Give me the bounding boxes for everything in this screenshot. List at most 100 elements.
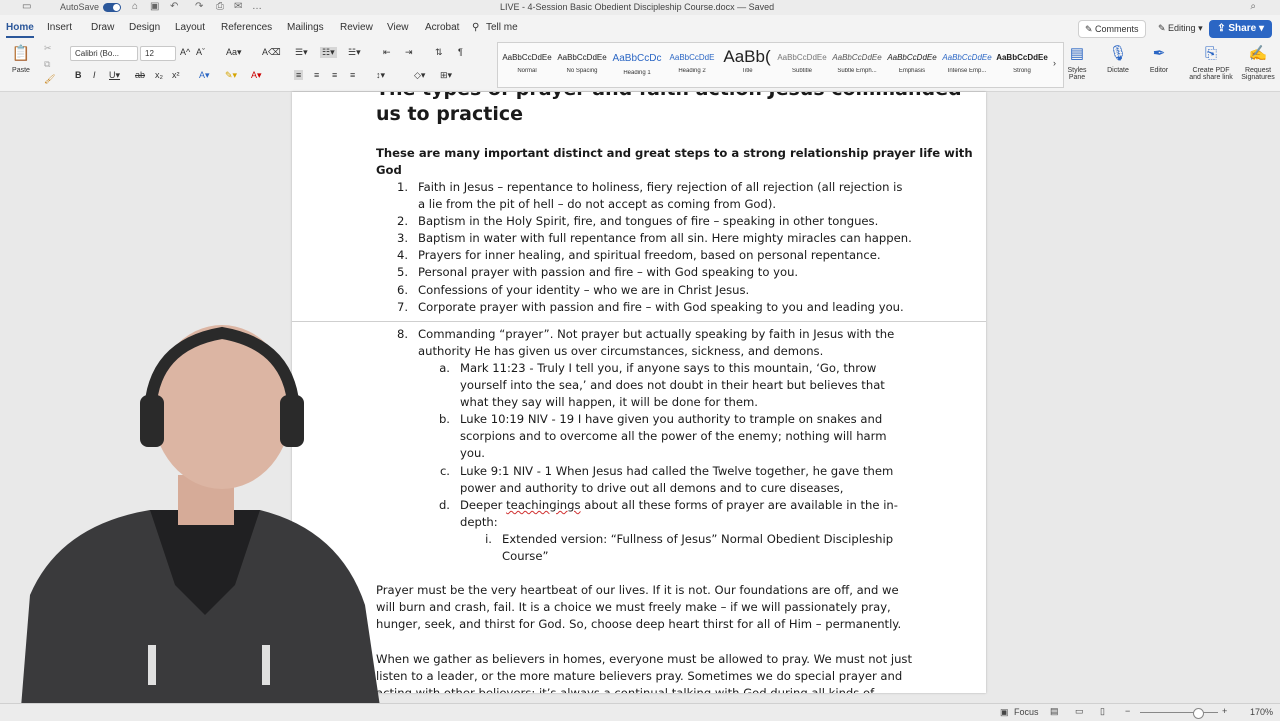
style-intense-emphasis[interactable]: AaBbCcDdEe Intense Emp... — [941, 45, 993, 83]
dictate-button[interactable]: 🎙 Dictate — [1096, 43, 1140, 74]
request-signatures-button[interactable]: ✍ Request Signatures — [1238, 43, 1278, 81]
sublist-item-cont: power and authority to drive out all dem… — [460, 481, 844, 495]
body-paragraph-cont: hunger, seek, and thirst for God. So, ch… — [376, 617, 902, 631]
sublist-letter: d. — [438, 498, 450, 512]
zoom-in-icon[interactable]: + — [1222, 706, 1227, 716]
underline-icon[interactable]: U▾ — [109, 70, 120, 81]
shading-icon[interactable]: ◇▾ — [414, 70, 425, 81]
font-size-select[interactable]: 12 — [140, 46, 176, 61]
style-sample: AaBbCcDdEe — [942, 53, 992, 62]
tab-insert[interactable]: Insert — [47, 22, 72, 33]
comments-button[interactable]: ✎ Comments — [1078, 20, 1146, 38]
multilevel-list-icon[interactable]: ☱▾ — [348, 47, 361, 58]
print-icon[interactable]: ⎙ — [216, 1, 224, 12]
tab-layout[interactable]: Layout — [175, 22, 205, 33]
list-number: 6. — [396, 283, 408, 297]
tab-draw[interactable]: Draw — [91, 22, 114, 33]
bold-icon[interactable]: B — [75, 70, 82, 80]
zoom-slider-thumb[interactable] — [1193, 708, 1204, 719]
style-subtitle[interactable]: AaBbCcDdEe Subtitle — [776, 45, 828, 83]
strikethrough-icon[interactable]: ab — [135, 70, 145, 80]
styles-pane-button[interactable]: ▤ Styles Pane — [1064, 43, 1090, 81]
increase-indent-icon[interactable]: ⇥ — [405, 47, 413, 58]
sublist-item-cont: yourself into the sea,’ and does not dou… — [460, 378, 885, 392]
list-number: 4. — [396, 248, 408, 262]
list-item: Prayers for inner healing, and spiritual… — [418, 248, 881, 262]
create-pdf-label: Create PDF and share link — [1189, 67, 1233, 81]
style-strong[interactable]: AaBbCcDdEe Strong — [996, 45, 1048, 83]
change-case-icon[interactable]: Aa▾ — [226, 47, 242, 58]
style-no-spacing[interactable]: AaBbCcDdEe No Spacing — [556, 45, 608, 83]
tab-review[interactable]: Review — [340, 22, 373, 33]
style-subtle-emphasis[interactable]: AaBbCcDdEe Subtle Emph... — [831, 45, 883, 83]
tab-acrobat[interactable]: Acrobat — [425, 22, 459, 33]
line-spacing-icon[interactable]: ↕▾ — [376, 70, 385, 81]
redo-icon[interactable]: ↷ — [195, 1, 203, 12]
pdf-icon: ⎘ — [1204, 45, 1217, 62]
share-button[interactable]: ⇪ Share ▾ — [1209, 20, 1272, 38]
home-icon[interactable]: ⌂ — [132, 1, 138, 12]
align-right-icon[interactable]: ≡ — [332, 70, 337, 80]
text-effects-icon[interactable]: A▾ — [199, 70, 210, 81]
editor-button[interactable]: ✒ Editor — [1137, 43, 1181, 74]
autosave-toggle[interactable] — [103, 3, 121, 12]
undo-icon[interactable]: ↶ — [170, 1, 178, 12]
borders-icon[interactable]: ⊞▾ — [440, 70, 452, 81]
search-icon[interactable]: ⌕ — [1250, 1, 1256, 12]
tab-references[interactable]: References — [221, 22, 272, 33]
decrease-indent-icon[interactable]: ⇤ — [383, 47, 391, 58]
tab-view[interactable]: View — [387, 22, 409, 33]
sort-icon[interactable]: ⇅ — [435, 47, 443, 58]
subscript-icon[interactable]: x₂ — [155, 70, 163, 80]
more-icon[interactable]: … — [252, 1, 262, 12]
align-left-icon[interactable]: ≡ — [294, 70, 304, 80]
body-paragraph-cont: listen to a leader, or the more mature b… — [376, 669, 903, 683]
editing-mode-button[interactable]: ✎ Editing ▾ — [1152, 20, 1209, 36]
sidebar-icon[interactable]: ▭ — [22, 1, 31, 12]
zoom-out-icon[interactable]: − — [1125, 706, 1130, 716]
format-painter-icon[interactable]: 🖌 — [44, 74, 55, 85]
style-normal[interactable]: AaBbCcDdEe Normal — [501, 45, 553, 83]
style-heading-1[interactable]: AaBbCcDc Heading 1 — [611, 45, 663, 83]
tell-me-search[interactable]: Tell me — [486, 22, 518, 33]
grow-font-icon[interactable]: A^ — [180, 47, 190, 57]
bullets-icon[interactable]: ☰▾ — [295, 47, 308, 58]
read-mode-icon[interactable]: ▯ — [1100, 706, 1105, 717]
print-layout-icon[interactable]: ▤ — [1050, 706, 1059, 717]
copy-icon[interactable]: ⧉ — [44, 59, 50, 70]
tab-mailings[interactable]: Mailings — [287, 22, 324, 33]
style-emphasis[interactable]: AaBbCcDdEe Emphasis — [886, 45, 938, 83]
justify-icon[interactable]: ≡ — [350, 70, 355, 80]
italic-icon[interactable]: I — [93, 70, 96, 80]
document-page[interactable]: The types of prayer and faith action Jes… — [292, 92, 986, 693]
focus-icon[interactable]: ▣ — [1000, 707, 1009, 718]
focus-button[interactable]: Focus — [1014, 707, 1039, 717]
font-name-select[interactable]: Calibri (Bo... — [70, 46, 138, 61]
paste-button[interactable]: 📋 Paste — [0, 43, 42, 74]
style-sample: AaBbCcDdEe — [832, 53, 882, 62]
create-pdf-button[interactable]: ⎘ Create PDF and share link — [1186, 43, 1236, 81]
web-layout-icon[interactable]: ▭ — [1075, 706, 1084, 717]
page-break-line — [292, 321, 986, 322]
style-title[interactable]: AaBb(Title — [721, 45, 773, 83]
tab-home[interactable]: Home — [6, 22, 34, 38]
shrink-font-icon[interactable]: Aˇ — [196, 47, 205, 57]
highlight-icon[interactable]: ✎▾ — [225, 70, 237, 81]
zoom-level[interactable]: 170% — [1250, 707, 1273, 717]
spelling-error[interactable]: teachingings — [506, 498, 580, 512]
style-heading-2[interactable]: AaBbCcDdE Heading 2 — [666, 45, 718, 83]
font-color-icon[interactable]: A▾ — [251, 70, 262, 81]
tab-design[interactable]: Design — [129, 22, 160, 33]
cut-icon[interactable]: ✂ — [44, 43, 52, 54]
save-icon[interactable]: ▣ — [150, 1, 159, 12]
list-item: Confessions of your identity – who we ar… — [418, 283, 750, 297]
gallery-scroll-icon[interactable]: › — [1053, 58, 1056, 68]
superscript-icon[interactable]: x² — [172, 70, 180, 80]
show-formatting-icon[interactable]: ¶ — [458, 47, 463, 57]
align-center-icon[interactable]: ≡ — [314, 70, 319, 80]
numbering-icon[interactable]: ☷▾ — [320, 47, 337, 58]
clear-formatting-icon[interactable]: A⌫ — [262, 47, 281, 58]
mail-icon[interactable]: ✉ — [234, 1, 242, 12]
zoom-slider[interactable] — [1140, 712, 1218, 713]
list-item-cont: a lie from the pit of hell – do not acce… — [418, 197, 777, 211]
